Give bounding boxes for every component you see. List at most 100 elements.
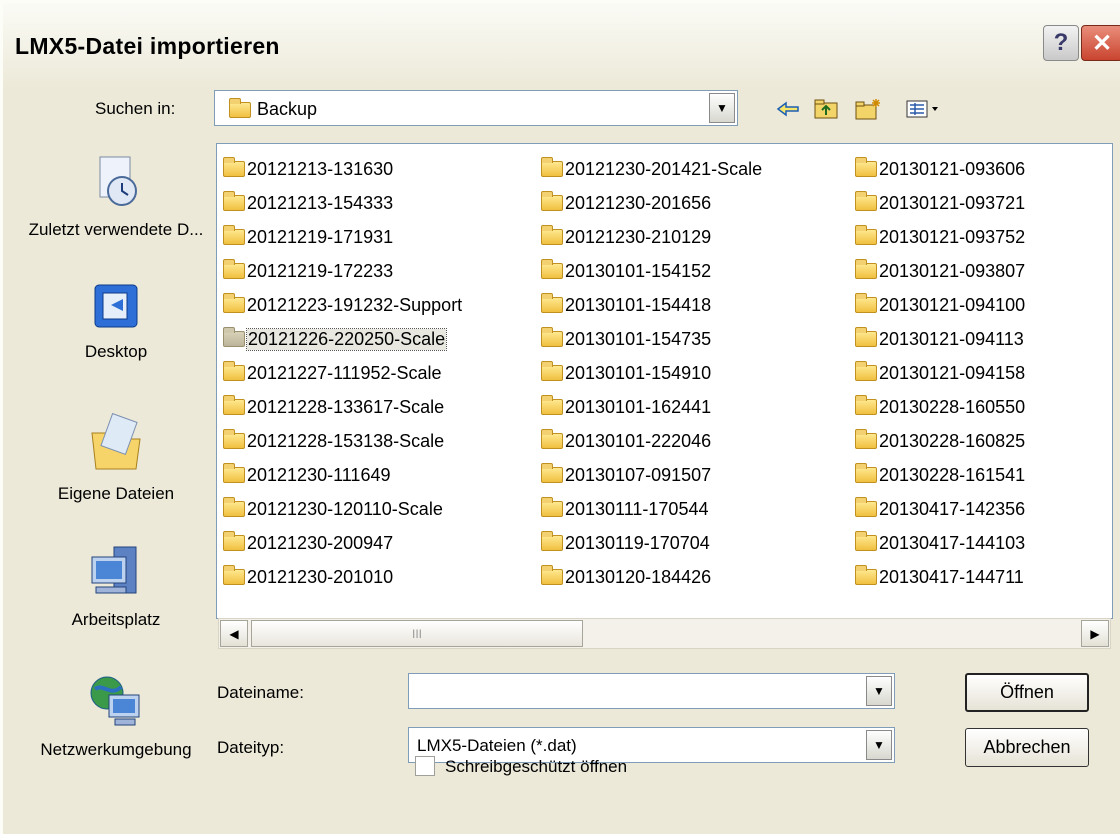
file-name: 20130228-160825 <box>879 430 1026 451</box>
places-network[interactable]: Netzwerkumgebung <box>21 673 211 761</box>
file-name: 20130121-094158 <box>879 362 1026 383</box>
file-list-item[interactable]: 20130111-170544 <box>537 492 762 526</box>
my-computer-icon <box>91 546 137 594</box>
file-list-item[interactable]: 20121230-111649 <box>219 458 462 492</box>
readonly-label: Schreibgeschützt öffnen <box>445 757 628 776</box>
places-network-label: Netzwerkumgebung <box>40 740 192 759</box>
file-name: 20121213-154333 <box>247 192 394 213</box>
file-list-item[interactable]: 20121230-200947 <box>219 526 462 560</box>
folder-icon <box>855 259 877 279</box>
horizontal-scrollbar[interactable]: ◀ III ▶ <box>218 618 1111 649</box>
new-folder-icon[interactable] <box>853 95 883 123</box>
file-name: 20121230-201010 <box>247 566 394 587</box>
file-list-item[interactable]: 20130119-170704 <box>537 526 762 560</box>
folder-icon <box>223 395 245 415</box>
close-button[interactable]: ✕ <box>1081 25 1120 61</box>
places-recent[interactable]: Zuletzt verwendete D... <box>21 153 211 241</box>
my-documents-icon <box>91 412 141 470</box>
filename-label: Dateiname: <box>217 683 304 702</box>
file-list-item[interactable]: 20130121-093752 <box>851 220 1025 254</box>
folder-icon <box>541 429 563 449</box>
file-name: 20130417-142356 <box>879 498 1026 519</box>
file-list-item[interactable]: 20130101-154910 <box>537 356 762 390</box>
file-column-1: 20121213-131630 20121213-154333 20121219-1… <box>219 152 462 594</box>
file-list-item[interactable]: 20121213-154333 <box>219 186 462 220</box>
file-list-item[interactable]: 20130228-161541 <box>851 458 1025 492</box>
file-list-item[interactable]: 20121227-111952-Scale <box>219 356 462 390</box>
look-in-combo[interactable]: Backup ▼ <box>214 90 738 126</box>
file-list-item[interactable]: 20121213-131630 <box>219 152 462 186</box>
open-button[interactable]: Öffnen <box>965 673 1089 712</box>
folder-icon <box>223 225 245 245</box>
file-list-item[interactable]: 20130121-093721 <box>851 186 1025 220</box>
scroll-thumb[interactable]: III <box>251 620 583 647</box>
folder-icon <box>855 565 877 585</box>
look-in-label: Suchen in: <box>95 99 176 118</box>
file-list-item[interactable]: 20130121-094158 <box>851 356 1025 390</box>
file-list-item[interactable]: 20121230-201421-Scale <box>537 152 762 186</box>
file-list-item[interactable]: 20121230-201656 <box>537 186 762 220</box>
file-list-item[interactable]: 20130121-093807 <box>851 254 1025 288</box>
folder-up-icon[interactable] <box>811 95 841 123</box>
file-name: 20121230-111649 <box>247 464 391 485</box>
file-list-item[interactable]: 20130228-160550 <box>851 390 1025 424</box>
file-name: 20130121-094100 <box>879 294 1026 315</box>
file-list-item[interactable]: 20121223-191232-Support <box>219 288 462 322</box>
view-menu-icon[interactable] <box>903 95 943 123</box>
file-list-item[interactable]: 20121228-153138-Scale <box>219 424 462 458</box>
file-list-item[interactable]: 20130417-144711 <box>851 560 1025 594</box>
places-desktop[interactable]: Desktop <box>21 283 211 363</box>
title-bar[interactable]: LMX5-Datei importieren ? ✕ <box>3 3 1120 89</box>
scroll-right-button[interactable]: ▶ <box>1081 620 1109 647</box>
look-in-dropdown-button[interactable]: ▼ <box>709 93 735 123</box>
file-list-item[interactable]: 20130228-160825 <box>851 424 1025 458</box>
file-name: 20121219-171931 <box>247 226 394 247</box>
file-list[interactable]: 20121213-131630 20121213-154333 20121219-1… <box>216 143 1113 619</box>
file-list-item[interactable]: 20130121-093606 <box>851 152 1025 186</box>
file-name: 20130417-144711 <box>879 566 1024 587</box>
places-desktop-label: Desktop <box>84 342 148 361</box>
file-list-item[interactable]: 20130101-154152 <box>537 254 762 288</box>
file-name: 20130228-161541 <box>879 464 1026 485</box>
filetype-label: Dateityp: <box>217 738 285 757</box>
file-name: 20121230-201421-Scale <box>565 158 763 179</box>
scroll-left-button[interactable]: ◀ <box>220 620 248 647</box>
folder-icon <box>223 327 245 347</box>
folder-icon <box>223 463 245 483</box>
folder-icon <box>541 531 563 551</box>
folder-icon <box>541 361 563 381</box>
file-list-item[interactable]: 20130120-184426 <box>537 560 762 594</box>
file-list-item[interactable]: 20121226-220250-Scale <box>219 322 462 356</box>
file-list-item[interactable]: 20121219-171931 <box>219 220 462 254</box>
folder-icon <box>223 191 245 211</box>
folder-icon <box>223 361 245 381</box>
file-open-dialog: LMX5-Datei importieren ? ✕ Suchen in: Ba… <box>0 0 1120 834</box>
file-list-item[interactable]: 20130101-222046 <box>537 424 762 458</box>
file-list-item[interactable]: 20130101-154418 <box>537 288 762 322</box>
places-my-computer[interactable]: Arbeitsplatz <box>21 543 211 631</box>
filename-combo[interactable]: ▼ <box>408 673 895 709</box>
file-name: 20130101-162441 <box>565 396 712 417</box>
file-list-item[interactable]: 20121230-201010 <box>219 560 462 594</box>
file-list-item[interactable]: 20121219-172233 <box>219 254 462 288</box>
file-list-item[interactable]: 20121230-210129 <box>537 220 762 254</box>
folder-icon <box>541 463 563 483</box>
file-list-item[interactable]: 20130417-144103 <box>851 526 1025 560</box>
cancel-button[interactable]: Abbrechen <box>965 728 1089 767</box>
file-list-item[interactable]: 20130101-162441 <box>537 390 762 424</box>
filename-dropdown-button[interactable]: ▼ <box>866 676 892 706</box>
help-button[interactable]: ? <box>1043 25 1079 61</box>
file-list-item[interactable]: 20121228-133617-Scale <box>219 390 462 424</box>
back-arrow-icon[interactable] <box>773 95 803 123</box>
file-name: 20130120-184426 <box>565 566 712 587</box>
file-list-item[interactable]: 20130417-142356 <box>851 492 1025 526</box>
file-list-item[interactable]: 20130121-094113 <box>851 322 1025 356</box>
file-name: 20130101-222046 <box>565 430 712 451</box>
readonly-checkbox[interactable] <box>415 756 435 776</box>
filetype-dropdown-button[interactable]: ▼ <box>866 730 892 760</box>
places-my-documents[interactable]: Eigene Dateien <box>21 412 211 505</box>
file-list-item[interactable]: 20130101-154735 <box>537 322 762 356</box>
file-list-item[interactable]: 20130107-091507 <box>537 458 762 492</box>
file-list-item[interactable]: 20130121-094100 <box>851 288 1025 322</box>
file-list-item[interactable]: 20121230-120110-Scale <box>219 492 462 526</box>
